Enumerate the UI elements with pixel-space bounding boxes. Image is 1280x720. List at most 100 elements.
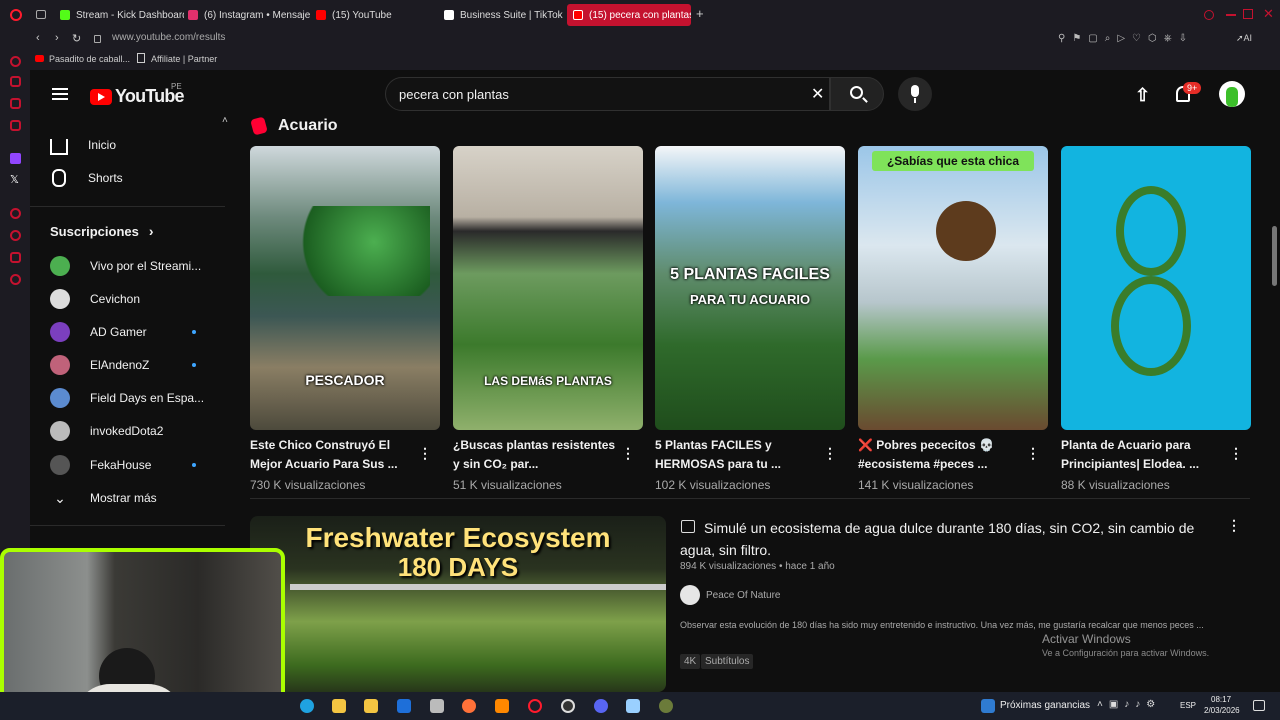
rail-icon[interactable] [10, 208, 21, 219]
chevron-down-icon: ⌄ [54, 489, 66, 506]
subscription-item[interactable]: AD Gamer [50, 320, 147, 344]
subscription-item[interactable]: FekaHouse [50, 453, 151, 477]
video-title[interactable]: Simulé un ecosistema de agua dulce duran… [680, 517, 1220, 561]
reload-icon[interactable]: ↻ [72, 32, 81, 45]
app-icon[interactable] [659, 699, 673, 713]
clock-time[interactable]: 08:17 [1211, 695, 1231, 704]
menu-icon[interactable] [52, 88, 68, 100]
youtube-logo[interactable]: YouTube [90, 86, 185, 107]
short-title[interactable]: Planta de Acuario para Principiantes| El… [1061, 436, 1226, 474]
edge-icon[interactable] [300, 699, 314, 713]
short-thumbnail[interactable]: LAS DEMáS PLANTAS [453, 146, 643, 430]
clear-search-icon[interactable]: ✕ [811, 84, 824, 104]
short-thumbnail[interactable]: 5 PLANTAS FACILES PARA TU ACUARIO [655, 146, 845, 430]
rail-icon[interactable] [10, 56, 21, 67]
channel-name[interactable]: Peace Of Nature [706, 590, 780, 601]
search-input[interactable]: pecera con plantas ✕ [385, 77, 830, 111]
search-button[interactable] [830, 77, 884, 111]
calendar-icon[interactable] [364, 699, 378, 713]
youtube-icon [573, 10, 583, 20]
browser-tab[interactable]: Business Suite | TikTok [438, 4, 566, 26]
forward-icon[interactable]: › [55, 32, 59, 44]
channel-avatar[interactable] [680, 585, 700, 605]
tray-icons[interactable]: ˄▣♪♪⚙ [1097, 699, 1161, 710]
search-text: pecera con plantas [399, 87, 509, 102]
rail-icon[interactable] [10, 76, 21, 87]
app-icon[interactable] [430, 699, 444, 713]
avatar[interactable] [1219, 81, 1245, 107]
short-title[interactable]: ❌ Pobres pececitos 💀 #ecosistema #peces … [858, 436, 1023, 474]
short-thumbnail[interactable] [1061, 146, 1251, 430]
rail-icon[interactable] [10, 274, 21, 285]
search-icon [850, 86, 863, 99]
browser-tab[interactable]: (15) YouTube [310, 4, 438, 26]
language-indicator[interactable]: ESP [1180, 701, 1196, 710]
maximize-icon[interactable] [1243, 9, 1253, 19]
upload-icon[interactable]: ⇧ [1135, 85, 1150, 106]
sidebar-item-shorts[interactable]: Shorts [50, 166, 123, 190]
opera-logo-icon[interactable] [10, 9, 22, 21]
subscription-item[interactable]: ElAndenoZ [50, 353, 149, 377]
page-scrollbar[interactable] [1272, 226, 1277, 286]
new-tab-button[interactable]: + [696, 7, 708, 20]
subscriptions-heading[interactable]: Suscripciones › [50, 219, 154, 243]
more-options-icon[interactable]: ⋮ [418, 445, 432, 461]
clock-date[interactable]: 2/03/2026 [1204, 706, 1240, 715]
voice-search-button[interactable] [898, 77, 932, 111]
channel-avatar [50, 256, 70, 276]
chevron-right-icon: › [148, 223, 154, 239]
more-options-icon[interactable]: ⋮ [621, 445, 635, 461]
rail-icon[interactable] [10, 230, 21, 241]
show-more-button[interactable]: ⌄ Mostrar más [50, 486, 157, 510]
more-options-icon[interactable]: ⋮ [1229, 445, 1243, 461]
short-title[interactable]: 5 Plantas FACILES y HERMOSAS para tu ... [655, 436, 820, 474]
browser-tab-active[interactable]: (15) pecera con plantas - [567, 4, 691, 26]
close-icon[interactable]: ✕ [1263, 6, 1274, 22]
more-options-icon[interactable]: ⋮ [1026, 445, 1040, 461]
url-text[interactable]: www.youtube.com/results [112, 32, 225, 43]
app-icon[interactable] [626, 699, 640, 713]
shorts-logo-icon [250, 116, 268, 136]
outlook-icon[interactable] [397, 699, 411, 713]
chevron-up-icon[interactable]: ˄ [222, 115, 228, 126]
subscription-item[interactable]: Vivo por el Streami... [50, 254, 201, 278]
short-views: 102 K visualizaciones [655, 478, 771, 492]
more-options-icon[interactable]: ⋮ [1227, 517, 1241, 533]
sidebar-divider [30, 206, 225, 207]
sidebar-item-home[interactable]: Inicio [50, 133, 116, 157]
opera-icon[interactable] [528, 699, 542, 713]
rail-icon[interactable] [10, 120, 21, 131]
stocks-icon[interactable] [981, 699, 995, 713]
tab-overview-icon[interactable] [36, 10, 46, 19]
back-icon[interactable]: ‹ [36, 32, 40, 44]
browser-tab[interactable]: (6) Instagram • Mensajes [182, 4, 310, 26]
video-thumbnail[interactable]: Freshwater Ecosystem 180 DAYS [250, 516, 666, 692]
subscription-item[interactable]: invokedDota2 [50, 419, 163, 443]
x-icon[interactable]: 𝕏 [10, 173, 19, 186]
short-title[interactable]: Este Chico Construyó El Mejor Acuario Pa… [250, 436, 415, 474]
short-thumbnail[interactable]: ¿Sabías que esta chica [858, 146, 1048, 430]
weather-widget[interactable]: Próximas ganancias [1000, 700, 1090, 711]
more-options-icon[interactable]: ⋮ [823, 445, 837, 461]
short-thumbnail[interactable]: PESCADOR [250, 146, 440, 430]
mic-icon [911, 85, 919, 97]
short-title[interactable]: ¿Buscas plantas resistentes y sin CO₂ pa… [453, 436, 618, 474]
minimize-icon[interactable] [1226, 14, 1236, 16]
bookmark-item[interactable]: Affiliate | Partner [151, 54, 217, 64]
vlc-icon[interactable] [495, 699, 509, 713]
search-tabs-icon[interactable] [1204, 10, 1214, 20]
ai-icon[interactable]: ➚AI [1236, 33, 1252, 44]
rail-icon[interactable] [10, 252, 21, 263]
browser-tab[interactable]: Stream - Kick Dashboard [54, 4, 184, 26]
thumb-title: Freshwater Ecosystem [305, 522, 611, 553]
firefox-icon[interactable] [462, 699, 476, 713]
subscription-item[interactable]: Cevichon [50, 287, 140, 311]
file-explorer-icon[interactable] [332, 699, 346, 713]
notification-center-icon[interactable] [1253, 700, 1265, 711]
subscription-item[interactable]: Field Days en Espa... [50, 386, 204, 410]
bookmark-item[interactable]: Pasadito de caball... [49, 54, 130, 64]
discord-icon[interactable] [594, 699, 608, 713]
obs-icon[interactable] [561, 699, 575, 713]
twitch-icon[interactable] [10, 153, 21, 164]
rail-icon[interactable] [10, 98, 21, 109]
